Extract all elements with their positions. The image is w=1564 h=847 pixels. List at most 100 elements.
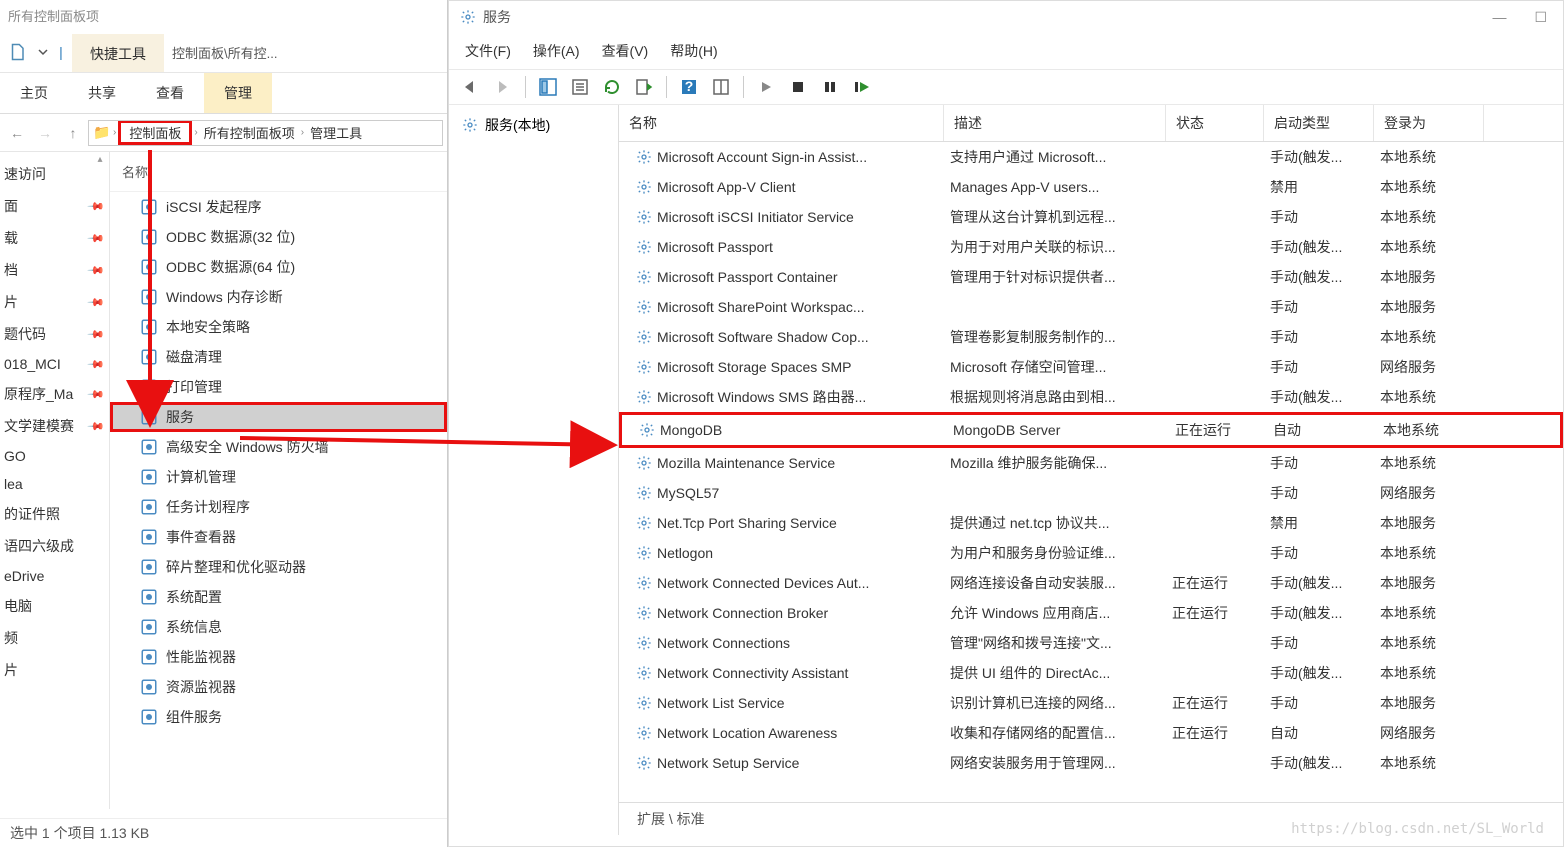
admin-tool-item[interactable]: 组件服务 — [110, 702, 447, 732]
forward-icon[interactable] — [491, 76, 515, 98]
nav-item[interactable]: 片📌 — [0, 286, 109, 318]
nav-item[interactable]: 文学建模赛📌 — [0, 410, 109, 442]
file-icon[interactable] — [2, 31, 32, 72]
properties-icon[interactable] — [568, 76, 592, 98]
maximize-icon[interactable]: ☐ — [1534, 9, 1547, 26]
service-row[interactable]: Network Connected Devices Aut...网络连接设备自动… — [619, 568, 1563, 598]
back-icon[interactable] — [459, 76, 483, 98]
chevron-right-icon[interactable]: › — [194, 127, 197, 138]
nav-item[interactable]: 频 — [0, 622, 109, 654]
address-seg-all-items[interactable]: 所有控制面板项 — [200, 123, 299, 142]
tab-home[interactable]: 主页 — [0, 73, 68, 113]
admin-tool-item[interactable]: ODBC 数据源(64 位) — [110, 252, 447, 282]
tab-view[interactable]: 查看 — [136, 73, 204, 113]
chevron-right-icon[interactable]: › — [301, 127, 304, 138]
start-service-icon[interactable] — [754, 76, 778, 98]
service-row[interactable]: Microsoft Account Sign-in Assist...支持用户通… — [619, 142, 1563, 172]
admin-tool-item[interactable]: 服务 — [110, 402, 447, 432]
qat-dropdown-icon[interactable] — [34, 31, 52, 72]
refresh-icon[interactable] — [600, 76, 624, 98]
service-row[interactable]: Microsoft Passport为用于对用户关联的标识...手动(触发...… — [619, 232, 1563, 262]
stop-service-icon[interactable] — [786, 76, 810, 98]
admin-tool-item[interactable]: 计算机管理 — [110, 462, 447, 492]
menu-help[interactable]: 帮助(H) — [670, 41, 717, 61]
admin-tool-item[interactable]: 事件查看器 — [110, 522, 447, 552]
service-row[interactable]: Microsoft Software Shadow Cop...管理卷影复制服务… — [619, 322, 1563, 352]
admin-tool-item[interactable]: iSCSI 发起程序 — [110, 192, 447, 222]
menu-file[interactable]: 文件(F) — [465, 41, 511, 61]
admin-tool-item[interactable]: ODBC 数据源(32 位) — [110, 222, 447, 252]
service-row[interactable]: Microsoft Storage Spaces SMPMicrosoft 存储… — [619, 352, 1563, 382]
restart-service-icon[interactable] — [850, 76, 874, 98]
admin-tool-item[interactable]: 本地安全策略 — [110, 312, 447, 342]
column-icon[interactable] — [709, 76, 733, 98]
service-row[interactable]: Microsoft iSCSI Initiator Service管理从这台计算… — [619, 202, 1563, 232]
nav-item[interactable]: 载📌 — [0, 222, 109, 254]
pause-service-icon[interactable] — [818, 76, 842, 98]
nav-item[interactable]: 电脑 — [0, 590, 109, 622]
service-row[interactable]: Network List Service识别计算机已连接的网络...正在运行手动… — [619, 688, 1563, 718]
admin-tool-item[interactable]: 系统配置 — [110, 582, 447, 612]
bottom-tabs-text[interactable]: 扩展 \ 标准 — [631, 807, 711, 831]
service-row[interactable]: Network Connections管理"网络和拨号连接"文...手动本地系统 — [619, 628, 1563, 658]
admin-tool-item[interactable]: 碎片整理和优化驱动器 — [110, 552, 447, 582]
address-seg-admin-tools[interactable]: 管理工具 — [306, 123, 366, 142]
admin-tool-item[interactable]: 性能监视器 — [110, 642, 447, 672]
tab-manage[interactable]: 管理 — [204, 73, 272, 113]
nav-back-icon[interactable]: ← — [4, 122, 30, 144]
tab-share[interactable]: 共享 — [68, 73, 136, 113]
admin-tool-item[interactable]: 打印管理 — [110, 372, 447, 402]
address-seg-control-panel[interactable]: 控制面板 — [118, 120, 192, 145]
ribbon-context-tab[interactable]: 快捷工具 — [72, 34, 164, 72]
admin-tool-item[interactable]: 任务计划程序 — [110, 492, 447, 522]
scroll-up-icon[interactable]: ▴ — [93, 154, 107, 165]
help-icon[interactable]: ? — [677, 76, 701, 98]
service-row[interactable]: MySQL57手动网络服务 — [619, 478, 1563, 508]
nav-up-icon[interactable]: ↑ — [60, 122, 86, 144]
nav-fwd-icon[interactable]: → — [32, 122, 58, 144]
service-row[interactable]: Mozilla Maintenance ServiceMozilla 维护服务能… — [619, 448, 1563, 478]
nav-item[interactable]: 档📌 — [0, 254, 109, 286]
chevron-right-icon[interactable]: › — [113, 127, 116, 138]
nav-item[interactable]: 语四六级成 — [0, 530, 109, 562]
col-logon[interactable]: 登录为 — [1374, 105, 1484, 141]
export-icon[interactable] — [632, 76, 656, 98]
services-list[interactable]: Microsoft Account Sign-in Assist...支持用户通… — [619, 142, 1563, 802]
service-row[interactable]: Network Connectivity Assistant提供 UI 组件的 … — [619, 658, 1563, 688]
nav-item[interactable]: 面📌 — [0, 190, 109, 222]
address-box[interactable]: 📁 › 控制面板 › 所有控制面板项 › 管理工具 — [88, 120, 443, 146]
service-row[interactable]: Net.Tcp Port Sharing Service提供通过 net.tcp… — [619, 508, 1563, 538]
nav-item[interactable]: 题代码📌 — [0, 318, 109, 350]
col-desc[interactable]: 描述 — [944, 105, 1166, 141]
menu-action[interactable]: 操作(A) — [533, 41, 580, 61]
nav-item[interactable]: GO — [0, 442, 109, 470]
show-hide-tree-icon[interactable] — [536, 76, 560, 98]
admin-tool-item[interactable]: 高级安全 Windows 防火墙 — [110, 432, 447, 462]
nav-item[interactable]: 的证件照 — [0, 498, 109, 530]
tree-item-services-local[interactable]: 服务(本地) — [455, 111, 612, 139]
admin-tool-item[interactable]: 磁盘清理 — [110, 342, 447, 372]
admin-tool-item[interactable]: 系统信息 — [110, 612, 447, 642]
admin-tool-item[interactable]: Windows 内存诊断 — [110, 282, 447, 312]
nav-item[interactable]: 片 — [0, 654, 109, 686]
service-row[interactable]: MongoDBMongoDB Server正在运行自动本地系统 — [619, 412, 1563, 448]
admin-tool-item[interactable]: 资源监视器 — [110, 672, 447, 702]
service-row[interactable]: Microsoft Windows SMS 路由器...根据规则将消息路由到相.… — [619, 382, 1563, 412]
menu-view[interactable]: 查看(V) — [602, 41, 649, 61]
minimize-icon[interactable]: — — [1492, 9, 1506, 26]
nav-item[interactable]: 原程序_Ma📌 — [0, 378, 109, 410]
service-row[interactable]: Network Connection Broker允许 Windows 应用商店… — [619, 598, 1563, 628]
nav-item[interactable]: lea — [0, 470, 109, 498]
nav-item[interactable]: 018_MCI📌 — [0, 350, 109, 378]
service-row[interactable]: Network Setup Service网络安装服务用于管理网...手动(触发… — [619, 748, 1563, 778]
service-row[interactable]: Network Location Awareness收集和存储网络的配置信...… — [619, 718, 1563, 748]
col-name[interactable]: 名称 — [619, 105, 944, 141]
nav-item[interactable]: eDrive — [0, 562, 109, 590]
col-start[interactable]: 启动类型 — [1264, 105, 1374, 141]
service-row[interactable]: Microsoft SharePoint Workspac...手动本地服务 — [619, 292, 1563, 322]
column-header-name[interactable]: 名称 — [110, 152, 447, 192]
service-row[interactable]: Microsoft App-V ClientManages App-V user… — [619, 172, 1563, 202]
col-state[interactable]: 状态 — [1166, 105, 1264, 141]
service-row[interactable]: Netlogon为用户和服务身份验证维...手动本地系统 — [619, 538, 1563, 568]
service-row[interactable]: Microsoft Passport Container管理用于针对标识提供者.… — [619, 262, 1563, 292]
